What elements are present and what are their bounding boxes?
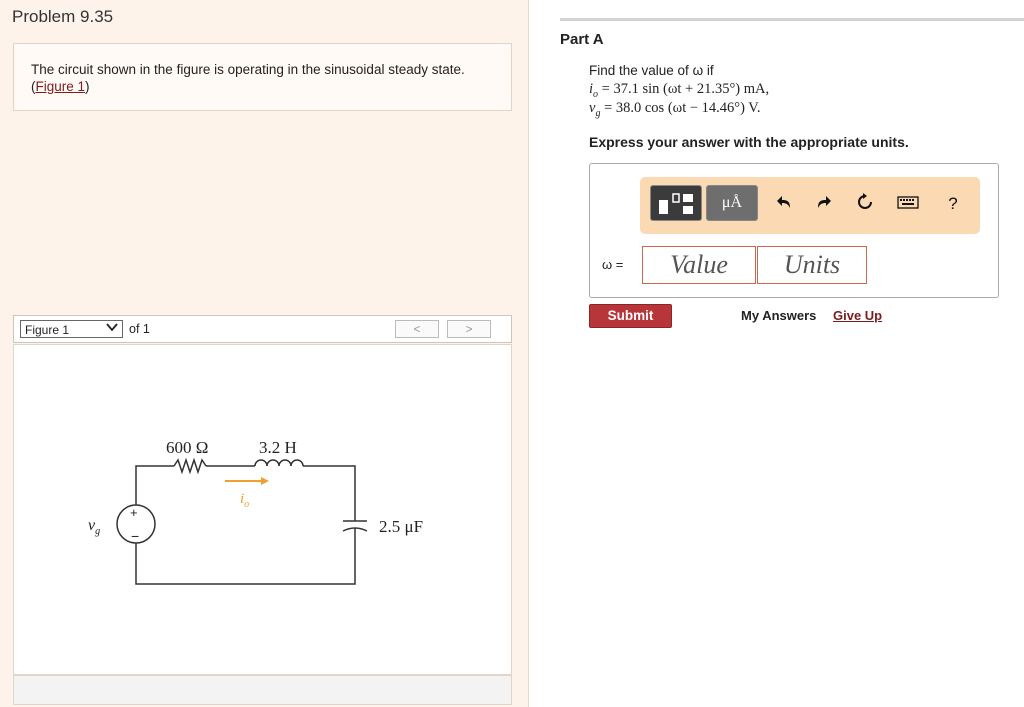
answer-box: μÅ ? ω = Value Units [589, 163, 999, 298]
question-prompt: Find the value of ω if [589, 63, 714, 78]
previous-figure-button[interactable]: < [395, 320, 439, 338]
capacitor-label: 2.5 μF [379, 517, 423, 536]
current-label-sub: o [244, 499, 249, 510]
problem-statement: The circuit shown in the figure is opera… [31, 61, 491, 95]
inductor-symbol [254, 459, 304, 467]
resistor-symbol [173, 457, 207, 475]
source-label: vg [88, 517, 100, 537]
source-plus: + [130, 505, 138, 520]
redo-icon[interactable] [811, 193, 835, 216]
inductor-label: 3.2 H [259, 438, 297, 457]
value-input[interactable]: Value [642, 246, 756, 284]
wire-right [303, 465, 356, 521]
help-icon[interactable]: ? [941, 193, 965, 215]
circuit-diagram: + − 600 Ω 3.2 H 2.5 μF io vg [88, 438, 423, 585]
keyboard-icon[interactable] [896, 193, 920, 215]
current-label: io [240, 491, 249, 510]
figure-select-value: Figure 1 [25, 323, 70, 337]
source-label-sub: g [95, 526, 100, 537]
current-arrow [225, 477, 269, 485]
templates-button[interactable] [650, 185, 702, 221]
give-up-link[interactable]: Give Up [833, 308, 882, 323]
eq1-rhs: = 37.1 sin (ωt + 21.35°) mA, [601, 81, 770, 97]
figure-count: of 1 [129, 322, 150, 336]
my-answers-link[interactable]: My Answers [741, 308, 816, 323]
submit-button[interactable]: Submit [589, 304, 672, 328]
figure-footer [13, 675, 512, 705]
part-a-title: Part A [560, 31, 604, 48]
eq2-rhs: = 38.0 cos (ωt − 14.46°) V. [604, 100, 761, 116]
figure-area: + − 600 Ω 3.2 H 2.5 μF io vg [13, 344, 512, 675]
equation-current: io = 37.1 sin (ωt + 21.35°) mA, [589, 81, 769, 100]
problem-statement-box: The circuit shown in the figure is opera… [13, 43, 512, 111]
answer-instruction: Express your answer with the appropriate… [589, 134, 909, 150]
chevron-down-icon [106, 320, 118, 338]
math-toolbar: μÅ ? [640, 177, 980, 234]
figure-link-close: ) [85, 79, 90, 94]
problem-panel: Problem 9.35 The circuit shown in the fi… [0, 0, 529, 707]
wire-bottom [135, 528, 356, 585]
eq1-sub: o [593, 88, 599, 100]
units-button[interactable]: μÅ [706, 185, 758, 221]
problem-text: The circuit shown in the figure is opera… [31, 62, 465, 77]
figure-select[interactable]: Figure 1 [20, 320, 123, 338]
source-minus: − [131, 528, 139, 544]
wire-top-left [135, 465, 174, 505]
figure-navigation-bar: Figure 1 of 1 < > [13, 315, 512, 343]
reset-icon[interactable] [853, 193, 877, 216]
answer-variable-label: ω = [602, 257, 624, 272]
units-input[interactable]: Units [757, 246, 867, 284]
next-figure-button[interactable]: > [447, 320, 491, 338]
equation-voltage: vg = 38.0 cos (ωt − 14.46°) V. [589, 100, 761, 119]
templates-icon [659, 193, 693, 214]
undo-icon[interactable] [773, 193, 797, 216]
figure-link[interactable]: Figure 1 [36, 79, 86, 94]
eq2-sub: g [595, 107, 601, 119]
part-divider [560, 18, 1024, 21]
problem-title: Problem 9.35 [12, 7, 114, 26]
resistor-label: 600 Ω [166, 438, 208, 457]
